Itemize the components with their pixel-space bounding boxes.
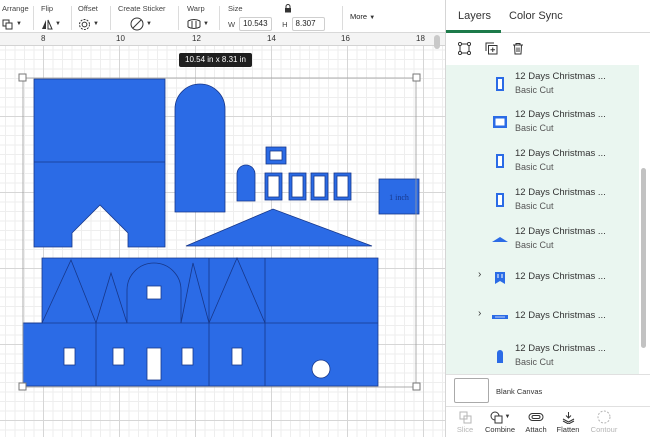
expand-chevron-right-icon[interactable]: › (478, 308, 481, 319)
blank-canvas-label: Blank Canvas (496, 387, 543, 396)
bottom-tools: Slice ▼ Combine Attach Flatten Contour (446, 406, 650, 437)
layer-title: 12 Days Christmas ... (515, 343, 606, 354)
slice-button[interactable]: Slice (447, 409, 483, 434)
warp-icon[interactable] (187, 18, 201, 30)
sticker-chevron-down-icon[interactable]: ▼ (146, 21, 152, 27)
lock-icon[interactable] (284, 4, 292, 13)
attach-icon (528, 413, 544, 421)
design-canvas[interactable]: 8 10 12 14 16 18 1 inch 10.54 in x 8.31 … (0, 33, 445, 437)
layer-group-item[interactable]: › 12 Days Christmas ... (446, 259, 639, 297)
layer-title: 12 Days Christmas ... (515, 187, 606, 198)
flip-chevron-down-icon[interactable]: ▼ (55, 21, 61, 27)
flip-label: Flip (41, 4, 54, 13)
height-input[interactable]: 8.307 (291, 17, 325, 31)
tab-layers[interactable]: Layers (458, 10, 491, 22)
layer-group-item[interactable]: › 12 Days Christmas ... (446, 298, 639, 336)
layer-operation: Basic Cut (515, 162, 554, 172)
layer-title: 12 Days Christmas ... (515, 271, 606, 282)
blank-canvas-row[interactable]: Blank Canvas (446, 374, 650, 406)
resize-handle (412, 382, 421, 391)
sticker-icon[interactable] (130, 17, 144, 31)
layer-title: 12 Days Christmas ... (515, 226, 606, 237)
blank-canvas-thumbnail (454, 378, 489, 403)
combine-icon (490, 411, 503, 423)
resize-handle (412, 73, 421, 82)
attach-label: Attach (525, 425, 547, 434)
layer-item[interactable]: 12 Days Christmas ... Basic Cut (446, 65, 639, 103)
arrange-icon[interactable] (2, 19, 14, 30)
resize-handle (18, 382, 27, 391)
flip-icon[interactable] (41, 19, 53, 30)
offset-chevron-down-icon[interactable]: ▼ (93, 21, 99, 27)
top-toolbar: Arrange ▼ Flip ▼ Offset ▼ Create Sticker… (0, 0, 445, 33)
attach-button[interactable]: Attach (518, 409, 554, 434)
layer-item[interactable]: 12 Days Christmas ... Basic Cut (446, 142, 639, 180)
duplicate-icon[interactable] (485, 42, 498, 55)
combine-label: Combine (484, 425, 515, 434)
more-chevron-down-icon: ▼ (369, 15, 376, 21)
layer-title: 12 Days Christmas ... (515, 109, 606, 120)
layer-operation: Basic Cut (515, 201, 554, 211)
layer-thumbnail-icon (491, 265, 509, 291)
arrange-label: Arrange (2, 4, 29, 13)
trash-icon[interactable] (512, 42, 524, 55)
arrange-chevron-down-icon[interactable]: ▼ (16, 21, 22, 27)
offset-label: Offset (78, 4, 98, 13)
contour-button[interactable]: Contour (586, 409, 622, 434)
panel-tabs: Layers Color Sync (446, 0, 650, 33)
layer-item[interactable]: 12 Days Christmas ... Basic Cut (446, 181, 639, 219)
layer-item[interactable]: 12 Days Christmas ... Basic Cut (446, 220, 639, 258)
layer-title: 12 Days Christmas ... (515, 148, 606, 159)
flatten-icon (562, 411, 574, 424)
tab-color-sync[interactable]: Color Sync (509, 10, 563, 22)
more-label: More (350, 12, 368, 21)
expand-chevron-right-icon[interactable]: › (478, 269, 481, 280)
layer-list[interactable]: 12 Days Christmas ... Basic Cut 12 Days … (446, 65, 639, 374)
resize-handle (18, 73, 27, 82)
layer-thumbnail-icon (491, 71, 509, 97)
group-icon[interactable] (458, 41, 471, 55)
create-sticker-label: Create Sticker (118, 4, 166, 13)
one-inch-label-text: 1 inch (389, 193, 409, 202)
layer-operation: Basic Cut (515, 123, 554, 133)
layers-panel: Layers Color Sync 12 Days Christmas ... … (445, 0, 650, 437)
contour-icon (597, 410, 611, 424)
combine-chevron-down-icon: ▼ (504, 414, 511, 420)
size-tooltip: 10.54 in x 8.31 in (179, 53, 252, 67)
layer-title: 12 Days Christmas ... (515, 71, 606, 82)
layer-tools (446, 33, 650, 63)
width-input[interactable]: 10.543 (239, 17, 273, 31)
layer-thumbnail-icon (491, 148, 509, 174)
layer-thumbnail-icon (491, 343, 509, 369)
combine-button[interactable]: ▼ Combine (482, 409, 518, 434)
slice-icon (459, 411, 471, 423)
more-menu-button[interactable]: More ▼ (350, 12, 375, 21)
layer-operation: Basic Cut (515, 357, 554, 367)
width-label: W (228, 19, 236, 29)
layer-operation: Basic Cut (515, 240, 554, 250)
warp-chevron-down-icon[interactable]: ▼ (203, 21, 209, 27)
layer-thumbnail-icon (491, 187, 509, 213)
layer-list-scrollbar[interactable] (641, 168, 646, 348)
size-label: Size (228, 4, 243, 13)
layer-thumbnail-icon (491, 109, 509, 135)
arch-panel (174, 83, 226, 213)
offset-icon[interactable] (78, 18, 91, 31)
flatten-button[interactable]: Flatten (550, 409, 586, 434)
flatten-label: Flatten (556, 425, 580, 434)
roof-panel (185, 208, 373, 247)
small-arch-window (236, 164, 256, 202)
layer-thumbnail-icon (491, 304, 509, 330)
contour-label: Contour (590, 425, 618, 434)
layer-operation: Basic Cut (515, 85, 554, 95)
height-label: H (282, 19, 288, 29)
artwork (18, 73, 421, 391)
layer-item[interactable]: 12 Days Christmas ... Basic Cut (446, 103, 639, 141)
layer-title: 12 Days Christmas ... (515, 310, 606, 321)
layer-item[interactable]: 12 Days Christmas ... Basic Cut (446, 337, 639, 374)
layer-thumbnail-icon (491, 226, 509, 252)
warp-label: Warp (187, 4, 205, 13)
house-front-panel (33, 78, 166, 248)
slice-label: Slice (456, 425, 474, 434)
